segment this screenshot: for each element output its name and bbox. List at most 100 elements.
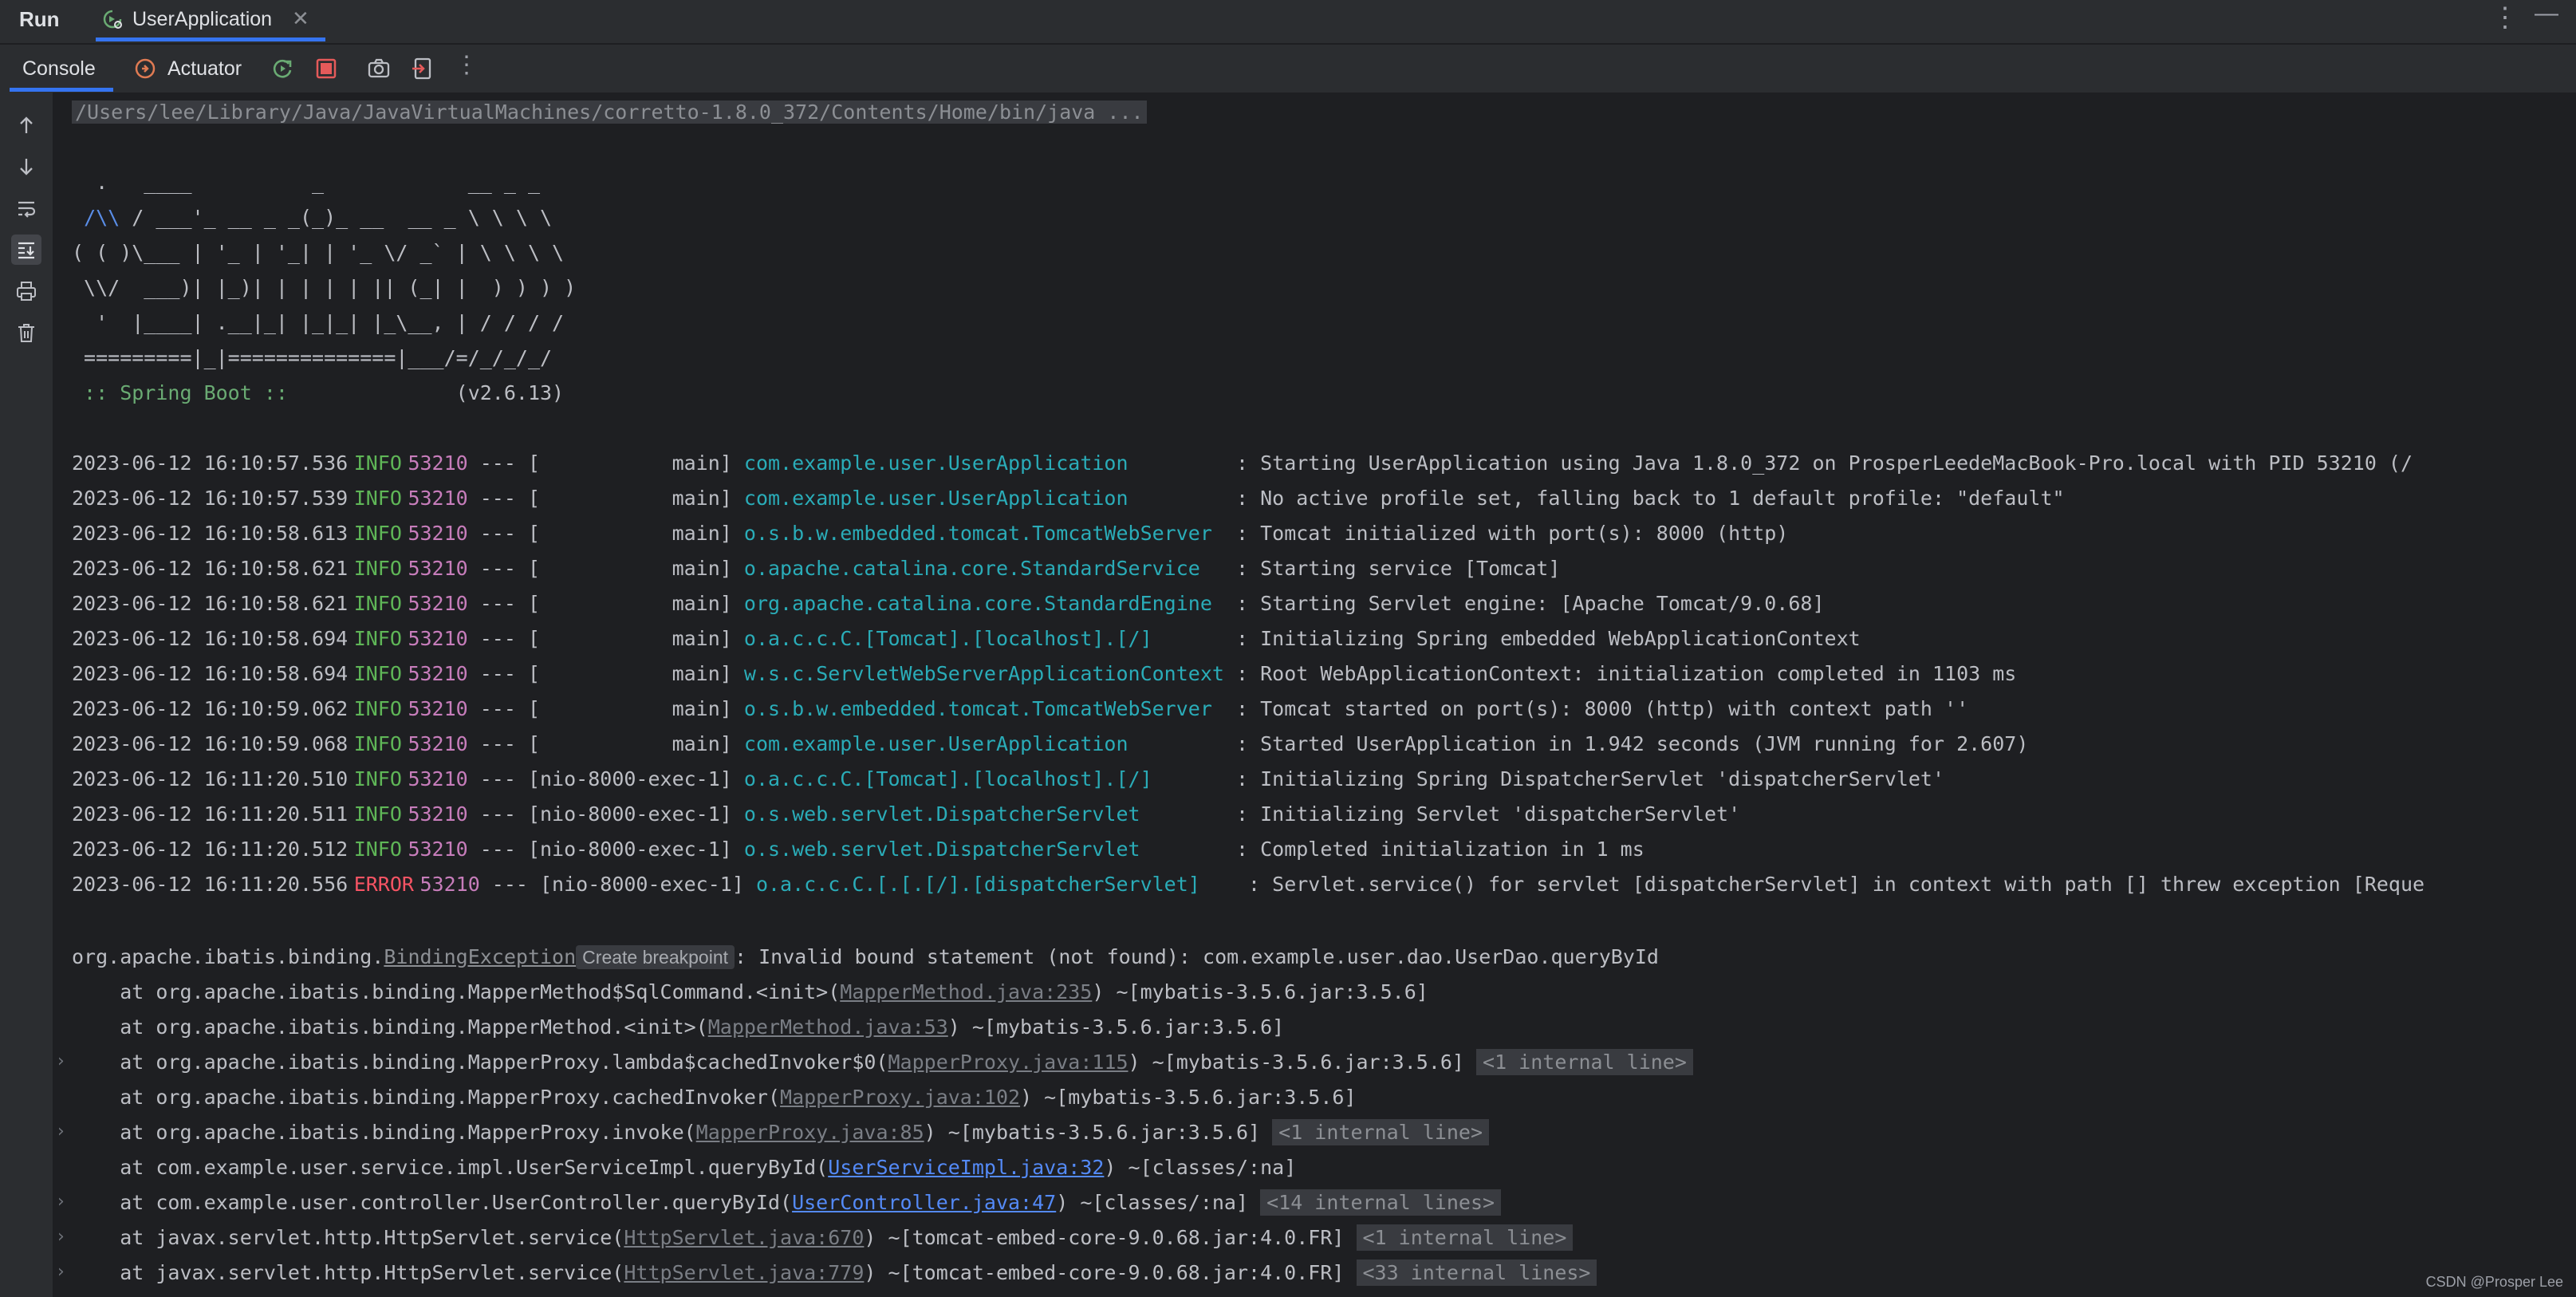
fold-expand-icon[interactable]: › <box>57 1122 65 1141</box>
log-thread: --- [ main] <box>467 487 744 510</box>
stack-frame-jar: ) ~[mybatis-3.5.6.jar:3.5.6] <box>1020 1086 1357 1109</box>
log-pid: 53210 <box>408 592 468 615</box>
internal-lines-fold[interactable]: <1 internal line> <box>1476 1049 1693 1075</box>
source-file-link[interactable]: MapperMethod.java:235 <box>840 980 1092 1003</box>
console-output[interactable]: /Users/lee/Library/Java/JavaVirtualMachi… <box>53 93 2576 1297</box>
fold-expand-icon[interactable]: › <box>57 1192 65 1212</box>
log-logger: w.s.c.ServletWebServerApplicationContext <box>743 662 1224 685</box>
log-logger: org.apache.catalina.core.StandardEngine <box>743 592 1224 615</box>
log-thread: --- [ main] <box>467 592 744 615</box>
log-timestamp: 2023-06-12 16:10:59.068 <box>72 732 349 755</box>
log-thread: --- [ main] <box>467 557 744 580</box>
log-logger: o.s.b.w.embedded.tomcat.TomcatWebServer <box>743 522 1224 545</box>
log-line: 2023-06-12 16:10:58.621 INFO 53210 --- [ m… <box>72 586 1825 621</box>
log-timestamp: 2023-06-12 16:10:58.621 <box>72 557 349 580</box>
spring-boot-label: :: Spring Boot :: <box>72 381 300 404</box>
java-command[interactable]: /Users/lee/Library/Java/JavaVirtualMachi… <box>72 101 1147 124</box>
log-timestamp: 2023-06-12 16:10:57.536 <box>72 451 349 475</box>
internal-lines-fold[interactable]: <14 internal lines> <box>1260 1189 1502 1216</box>
clear-all-icon[interactable] <box>11 317 41 348</box>
stack-frame-jar: ) ~[mybatis-3.5.6.jar:3.5.6] <box>947 1015 1285 1039</box>
source-file-link[interactable]: MapperProxy.java:85 <box>696 1121 924 1144</box>
log-message: : Root WebApplicationContext: initializa… <box>1223 662 2017 685</box>
arrow-down-icon[interactable] <box>11 152 41 182</box>
tab-console[interactable]: Console <box>22 57 96 81</box>
internal-lines-fold[interactable]: <1 internal line> <box>1272 1119 1490 1145</box>
log-level: INFO <box>353 451 402 475</box>
log-pid: 53210 <box>408 627 468 650</box>
log-line: 2023-06-12 16:10:58.613 INFO 53210 --- [ m… <box>72 516 1788 551</box>
log-thread: --- [ main] <box>467 697 744 720</box>
source-file-link[interactable]: MapperProxy.java:115 <box>888 1051 1128 1074</box>
exception-class-link[interactable]: BindingException <box>384 945 576 968</box>
stack-frame-jar: ) ~[mybatis-3.5.6.jar:3.5.6] <box>1128 1051 1477 1074</box>
camera-icon[interactable] <box>367 57 391 81</box>
fold-expand-icon[interactable]: › <box>57 1262 65 1282</box>
scroll-to-end-icon[interactable] <box>11 235 41 265</box>
internal-lines-fold[interactable]: <1 internal line> <box>1356 1224 1574 1251</box>
stack-frame-jar: ) ~[classes/:na] <box>1104 1156 1297 1179</box>
source-file-link[interactable]: UserController.java:47 <box>792 1191 1056 1214</box>
stack-frame: at org.apache.ibatis.binding.MapperProxy… <box>72 1080 1357 1115</box>
stack-frame-jar: ) ~[classes/:na] <box>1056 1191 1261 1214</box>
log-logger: o.s.web.servlet.DispatcherServlet <box>743 802 1224 826</box>
log-level: INFO <box>353 557 402 580</box>
stack-frame-method: at org.apache.ibatis.binding.MapperMetho… <box>72 1015 708 1039</box>
log-message: : Tomcat initialized with port(s): 8000 … <box>1223 522 1789 545</box>
close-icon[interactable]: ✕ <box>292 6 309 31</box>
minimize-icon[interactable]: — <box>2535 0 2558 27</box>
stack-frame-method: at org.apache.ibatis.binding.MapperProxy… <box>72 1051 888 1074</box>
exit-icon[interactable] <box>410 57 434 81</box>
log-message: : Completed initialization in 1 ms <box>1223 838 1644 861</box>
log-line: 2023-06-12 16:10:57.536 INFO 53210 --- [ m… <box>72 446 2413 481</box>
stack-frame-jar: ) ~[mybatis-3.5.6.jar:3.5.6] <box>1092 980 1428 1003</box>
log-line: 2023-06-12 16:11:20.511 INFO 53210 --- [ni… <box>72 797 1740 832</box>
source-file-link[interactable]: MapperProxy.java:102 <box>780 1086 1020 1109</box>
spring-boot-version: (v2.6.13) <box>299 381 565 404</box>
tab-userapplication[interactable]: UserApplication ✕ <box>96 0 325 41</box>
banner-link[interactable]: /\\ <box>84 206 120 229</box>
log-level: INFO <box>353 522 402 545</box>
source-file-link[interactable]: MapperMethod.java:53 <box>708 1015 948 1039</box>
rerun-icon[interactable] <box>271 57 295 81</box>
more-icon[interactable]: ⋮ <box>455 51 479 79</box>
log-pid: 53210 <box>419 873 480 896</box>
stop-icon[interactable] <box>314 57 338 81</box>
arrow-up-icon[interactable] <box>11 110 41 140</box>
create-breakpoint-tooltip[interactable]: Create breakpoint <box>576 945 735 969</box>
fold-expand-icon[interactable]: › <box>57 1227 65 1247</box>
log-thread: --- [nio-8000-exec-1] <box>467 838 744 861</box>
banner-line: /\\ / ___'_ __ _ _(_)_ __ __ _ \ \ \ \ <box>84 206 553 229</box>
fold-expand-icon[interactable]: › <box>57 1051 65 1071</box>
print-icon[interactable] <box>11 276 41 306</box>
source-file-link[interactable]: UserServiceImpl.java:32 <box>828 1156 1104 1179</box>
spring-boot-run-icon <box>102 9 123 30</box>
log-logger: com.example.user.UserApplication <box>743 732 1224 755</box>
log-thread: --- [ main] <box>467 627 744 650</box>
log-logger: o.s.b.w.embedded.tomcat.TomcatWebServer <box>743 697 1224 720</box>
source-file-link[interactable]: HttpServlet.java:670 <box>624 1226 864 1249</box>
log-logger: com.example.user.UserApplication <box>743 451 1224 475</box>
banner-line: ( ( )\___ | '_ | '_| | '_ \/ _` | \ \ \ … <box>72 241 565 264</box>
log-pid: 53210 <box>408 522 468 545</box>
tab-actuator[interactable]: Actuator <box>167 57 242 81</box>
log-message: : Servlet.service() for servlet [dispatc… <box>1236 873 2425 896</box>
internal-lines-fold[interactable]: <33 internal lines> <box>1356 1260 1597 1286</box>
log-pid: 53210 <box>408 767 468 790</box>
log-message: : Tomcat started on port(s): 8000 (http)… <box>1223 697 1969 720</box>
log-line: 2023-06-12 16:10:58.694 INFO 53210 --- [ m… <box>72 621 1861 656</box>
tab-label: UserApplication <box>132 8 273 30</box>
more-options-icon[interactable]: ⋮ <box>2491 2 2519 34</box>
log-level: INFO <box>353 487 402 510</box>
banner-line: ' |____| .__|_| |_|_| |_\__, | / / / / <box>72 311 565 334</box>
stack-frame: at org.apache.ibatis.binding.MapperMetho… <box>72 975 1428 1010</box>
log-timestamp: 2023-06-12 16:11:20.511 <box>72 802 349 826</box>
stack-frame: at javax.servlet.http.HttpServlet.servic… <box>72 1220 1574 1256</box>
stack-frame: at com.example.user.service.impl.UserSer… <box>72 1150 1296 1185</box>
source-file-link[interactable]: HttpServlet.java:779 <box>624 1261 864 1284</box>
command-line[interactable]: /Users/lee/Library/Java/JavaVirtualMachi… <box>72 95 1147 130</box>
stack-frame-method: at javax.servlet.http.HttpServlet.servic… <box>72 1261 624 1284</box>
log-logger: com.example.user.UserApplication <box>743 487 1224 510</box>
soft-wrap-icon[interactable] <box>11 193 41 223</box>
log-timestamp: 2023-06-12 16:11:20.510 <box>72 767 349 790</box>
